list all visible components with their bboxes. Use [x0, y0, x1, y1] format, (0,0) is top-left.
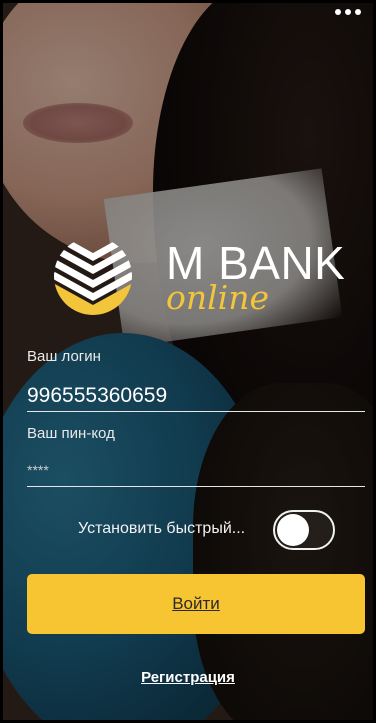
login-input[interactable]: [27, 381, 365, 411]
login-screen: M BANK online Ваш логин Ваш пин-код Уста…: [0, 0, 376, 723]
quick-login-row: Установить быстрый...: [3, 510, 373, 550]
mbank-logo-icon: [54, 237, 132, 315]
pin-input[interactable]: [27, 458, 365, 482]
quick-login-toggle[interactable]: [273, 510, 335, 550]
login-underline: [27, 411, 365, 412]
brand-tagline: online: [166, 278, 270, 317]
brand-logo: M BANK online: [53, 235, 363, 325]
pin-underline: [27, 486, 365, 487]
login-button[interactable]: Войти: [27, 574, 365, 634]
login-label: Ваш логин: [27, 348, 101, 365]
more-dots-icon[interactable]: [335, 9, 361, 15]
register-row: Регистрация: [3, 669, 373, 687]
quick-login-label: Установить быстрый...: [78, 520, 246, 537]
toggle-knob: [277, 514, 309, 546]
register-link[interactable]: Регистрация: [141, 669, 235, 686]
pin-label: Ваш пин-код: [27, 425, 115, 442]
login-button-label: Войти: [172, 594, 220, 613]
